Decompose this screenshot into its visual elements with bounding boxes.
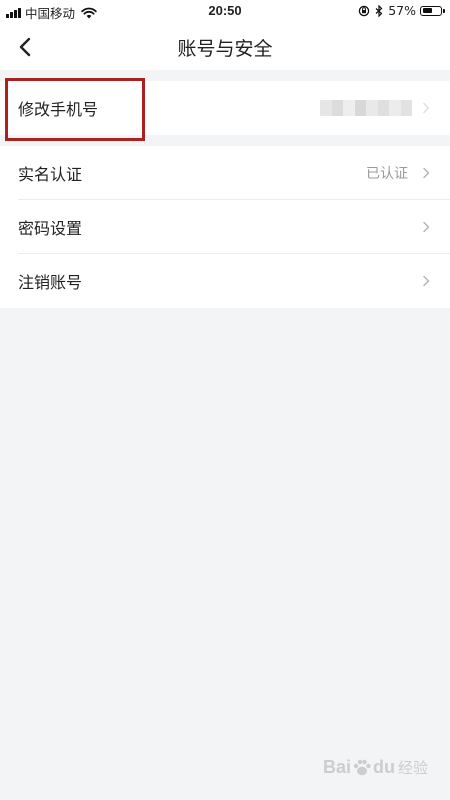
chevron-right-icon [423, 102, 430, 114]
status-bar: 中国移动 20:50 57% [0, 0, 450, 22]
baidu-jingyan-watermark: Bai du 经验 [323, 757, 428, 778]
phone-number-obscured [320, 100, 412, 116]
chevron-right-icon [423, 167, 430, 179]
page-title: 账号与安全 [177, 38, 273, 60]
nav-bar: 账号与安全 [0, 22, 450, 70]
watermark-brand-left: Bai [322, 757, 351, 777]
battery-level [422, 8, 432, 13]
real-name-auth-label: 实名认证 [18, 165, 83, 184]
bluetooth-icon [375, 4, 383, 17]
watermark-suffix: 经验 [397, 760, 428, 777]
account-section: 实名认证 已认证 密码设置 注销账号 [0, 146, 450, 308]
real-name-auth-row[interactable]: 实名认证 已认证 [0, 146, 450, 200]
phone-section: 修改手机号 [0, 81, 450, 135]
battery-percent: 57% [388, 3, 416, 18]
password-settings-label: 密码设置 [18, 219, 83, 238]
change-phone-row[interactable]: 修改手机号 [0, 81, 450, 135]
chevron-right-icon [423, 275, 430, 287]
status-right: 57% [353, 3, 445, 18]
real-name-auth-status: 已认证 [366, 166, 408, 182]
cancel-account-label: 注销账号 [18, 273, 83, 292]
battery-icon [420, 5, 445, 16]
orientation-lock-icon [358, 5, 370, 16]
password-settings-row[interactable]: 密码设置 [0, 200, 450, 254]
chevron-right-icon [423, 221, 430, 233]
change-phone-label: 修改手机号 [18, 100, 99, 119]
cancel-account-row[interactable]: 注销账号 [0, 254, 450, 308]
watermark-brand-right: du [372, 757, 395, 777]
paw-icon [353, 759, 371, 775]
